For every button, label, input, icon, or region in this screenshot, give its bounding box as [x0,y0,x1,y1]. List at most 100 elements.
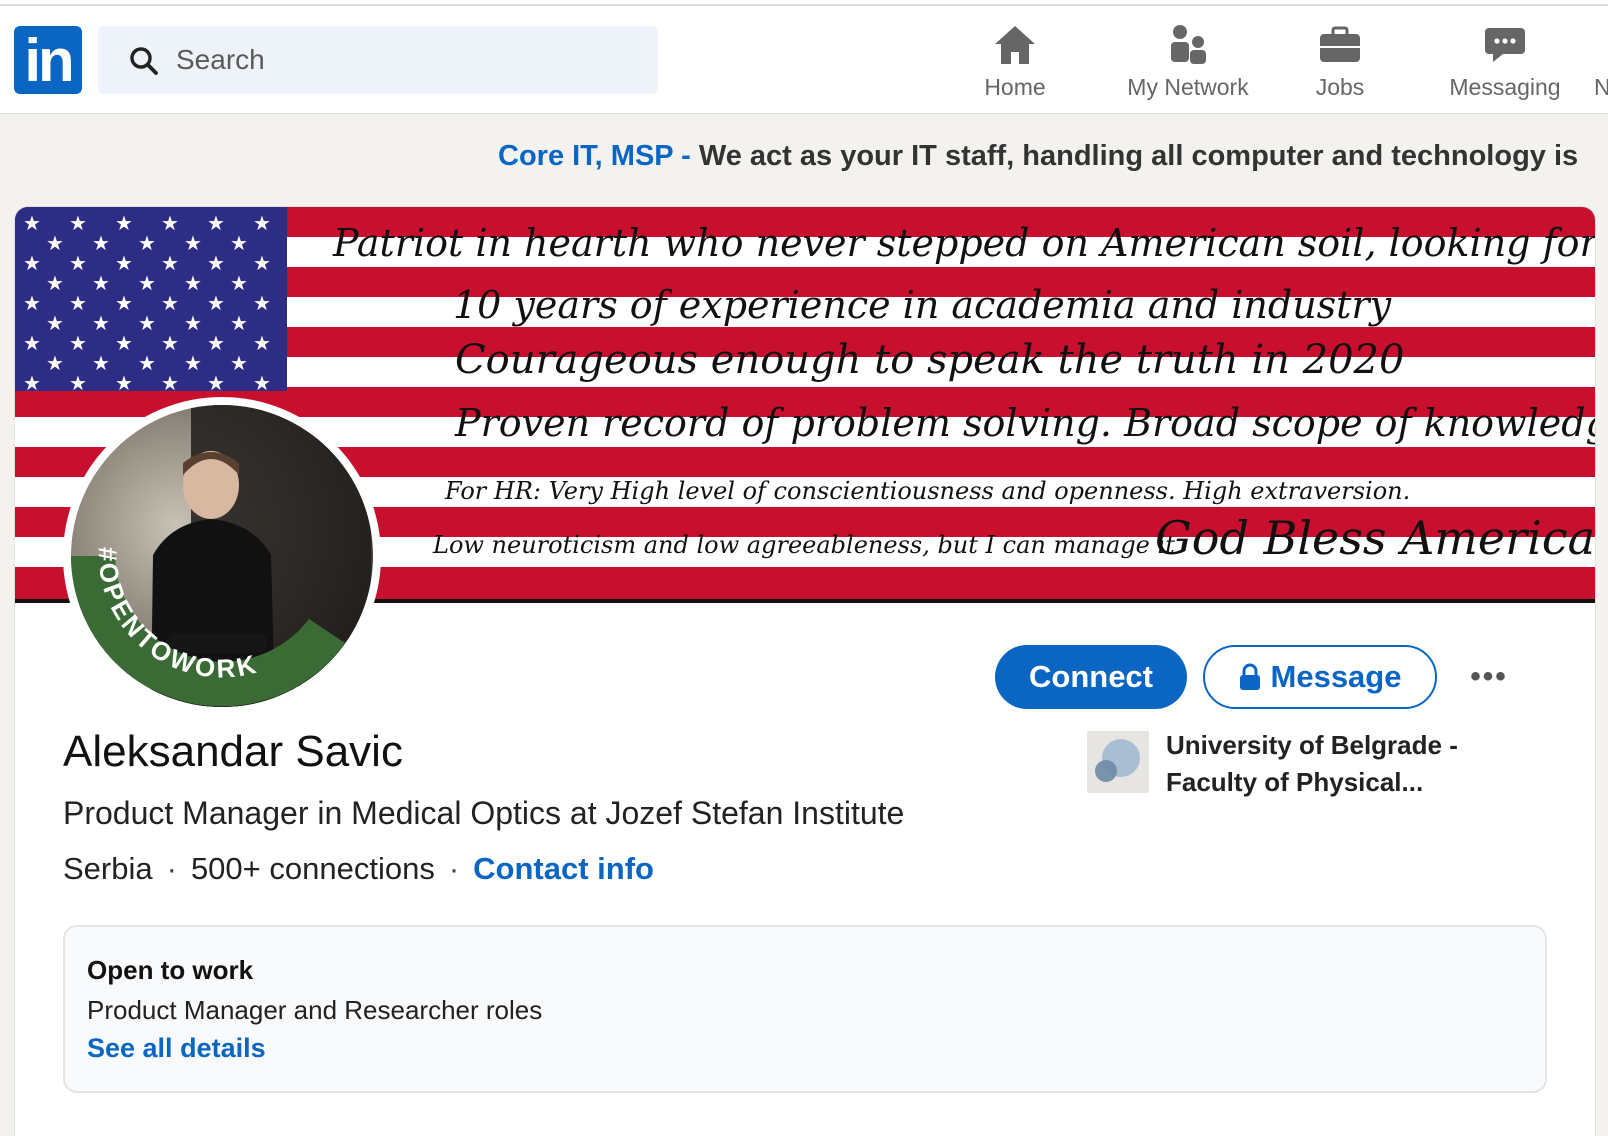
nav-my-network[interactable]: My Network [1108,20,1268,108]
flag-star: ★ [115,291,133,315]
flag-star: ★ [184,351,202,375]
flag-star: ★ [46,271,64,295]
search-input[interactable] [176,36,636,84]
nav-jobs-label: Jobs [1315,74,1365,100]
flag-canton: ★ ★ ★ ★ ★ ★ ★ ★ ★ ★ ★ ★ ★ ★ ★ ★ ★ ★ ★ ★ ★ ★ ★ ★ ★ ★ ★ ★ ★ ★ ★ ★ ★ ★ ★ ★ ★ ★ ★ ★… [15,207,287,391]
flag-star: ★ [69,251,87,275]
banner-line-5: For HR: Very High level of conscientious… [445,477,1411,505]
contact-info-link[interactable]: Contact info [473,851,654,886]
flag-star: ★ [69,331,87,355]
flag-star: ★ [161,291,179,315]
open-to-work-card: Open to work Product Manager and Researc… [63,925,1547,1093]
flag-star: ★ [184,231,202,255]
flag-star: ★ [207,371,225,391]
search-icon [130,47,158,75]
banner-line-1: Patriot in hearth who never stepped on A… [333,221,1596,265]
flag-star: ★ [230,271,248,295]
flag-star: ★ [23,291,41,315]
flag-star: ★ [23,371,41,391]
bell-icon [1594,20,1608,70]
message-button[interactable]: Message [1203,645,1437,709]
separator-dot: · [448,851,460,886]
flag-star: ★ [207,291,225,315]
nav-messaging-label: Messaging [1449,74,1561,100]
flag-star: ★ [115,211,133,235]
flag-star: ★ [92,231,110,255]
flag-star: ★ [207,211,225,235]
top-nav-bar: in Home My Network Jobs [0,6,1608,114]
open-to-work-title: Open to work [87,955,254,985]
profile-headline: Product Manager in Medical Optics at Joz… [63,795,905,831]
flag-star: ★ [69,291,87,315]
connect-button[interactable]: Connect [995,645,1187,709]
flag-star: ★ [92,351,110,375]
lock-icon [1239,663,1260,690]
flag-star: ★ [161,371,179,391]
flag-star: ★ [138,271,156,295]
flag-star: ★ [184,311,202,335]
home-icon [995,26,1035,64]
flag-star: ★ [230,351,248,375]
flag-star: ★ [184,271,202,295]
banner-line-7: God Bless America [1155,511,1596,565]
school-logo-icon [1095,739,1140,782]
flag-star: ★ [115,251,133,275]
school-logo[interactable] [1087,731,1149,793]
flag-star: ★ [230,311,248,335]
sponsored-ad-strip[interactable]: Core IT, MSP - We act as your IT staff, … [498,140,1608,180]
flag-star: ★ [161,211,179,235]
flag-star: ★ [46,231,64,255]
banner-line-6: Low neuroticism and low agreeableness, b… [433,531,1175,559]
separator-dot: · [166,851,177,886]
profile-photo[interactable]: #OPENTOWORK [63,397,381,715]
ad-brand[interactable]: Core IT, MSP - [498,140,699,172]
chat-icon [1485,28,1525,62]
location: Serbia [63,851,153,886]
flag-star: ★ [46,311,64,335]
flag-star: ★ [92,311,110,335]
flag-star: ★ [92,271,110,295]
nav-home[interactable]: Home [970,20,1060,108]
briefcase-icon [1320,26,1360,62]
flag-star: ★ [69,371,87,391]
flag-star: ★ [138,311,156,335]
flag-star: ★ [23,211,41,235]
flag-star: ★ [115,331,133,355]
nav-messaging[interactable]: Messaging [1440,20,1570,108]
banner-line-3: Courageous enough to speak the truth in … [455,337,1405,383]
banner-line-4: Proven record of problem solving. Broad … [455,401,1596,445]
nav-my-network-label: My Network [1127,74,1249,100]
flag-star: ★ [23,251,41,275]
nav-jobs[interactable]: Jobs [1300,20,1380,108]
flag-star: ★ [253,291,271,315]
flag-star: ★ [138,351,156,375]
search-box[interactable] [98,26,658,94]
flag-star: ★ [253,251,271,275]
flag-star: ★ [138,231,156,255]
linkedin-logo[interactable]: in [14,26,82,94]
flag-star: ★ [230,231,248,255]
ad-text: We act as your IT staff, handling all co… [698,140,1579,172]
more-actions-button[interactable]: ••• [1457,645,1521,709]
flag-star: ★ [253,331,271,355]
flag-star: ★ [23,331,41,355]
open-to-work-frame: #OPENTOWORK [71,547,345,707]
profile-meta: Serbia · 500+ connections · Contact info [63,851,654,887]
flag-star: ★ [69,211,87,235]
school-name-link[interactable]: University of Belgrade - Faculty of Phys… [1166,727,1526,801]
open-to-work-roles: Product Manager and Researcher roles [87,995,543,1025]
people-icon [1171,25,1206,64]
flag-star: ★ [161,331,179,355]
flag-star: ★ [207,251,225,275]
profile-name: Aleksandar Savic [63,727,403,776]
flag-star: ★ [161,251,179,275]
nav-notifications[interactable]: N [1594,20,1608,108]
nav-notifications-label: N [1594,74,1608,100]
profile-card: ★ ★ ★ ★ ★ ★ ★ ★ ★ ★ ★ ★ ★ ★ ★ ★ ★ ★ ★ ★ ★ ★ ★ ★ ★ ★ ★ ★ ★ ★ ★ ★ ★ ★ ★ ★ ★ ★ ★ ★… [14,206,1596,1136]
banner-line-2: 10 years of experience in academia and i… [453,283,1392,327]
flag-star: ★ [46,351,64,375]
message-button-label: Message [1270,659,1402,694]
see-all-details-link[interactable]: See all details [87,1033,266,1064]
flag-star: ★ [253,211,271,235]
flag-star: ★ [207,331,225,355]
